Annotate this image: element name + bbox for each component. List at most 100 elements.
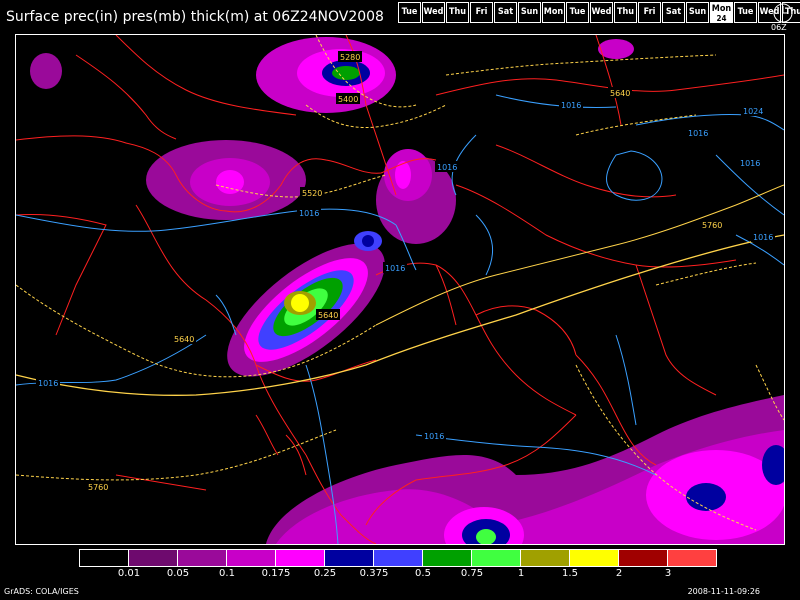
legend-label: 0.75: [460, 568, 484, 579]
precip-area: [362, 235, 374, 247]
legend-label: 0.5: [415, 568, 431, 579]
day-label: Tue: [401, 7, 418, 17]
day-cell[interactable]: Tue: [566, 2, 589, 23]
day-label: Sun: [688, 7, 707, 17]
precip-area: [216, 170, 244, 194]
pressure-label: 1016: [297, 207, 321, 218]
pressure-label-text: 1016: [38, 379, 58, 388]
precip-area: [686, 483, 726, 511]
day-label: Sun: [520, 7, 539, 17]
map-canvas: 5280 5400 5520 5640 5640 5640 5760 5760 …: [16, 35, 784, 544]
pressure-label: 1016: [36, 377, 60, 388]
day-label: Wed: [591, 7, 612, 17]
thickness-label-text: 5280: [340, 53, 360, 62]
legend-label: 0.05: [166, 568, 190, 579]
day-cell[interactable]: Sat: [494, 2, 517, 23]
pressure-label: 1016: [686, 127, 710, 138]
thickness-label-text: 5400: [338, 95, 358, 104]
pressure-label-text: 1024: [743, 107, 763, 116]
day-cell[interactable]: Tue: [734, 2, 757, 23]
day-label: Mon: [543, 7, 564, 17]
thickness-label: 5640: [316, 309, 340, 320]
map-title: Surface prec(in) pres(mb) thick(m) at 06…: [6, 9, 384, 25]
thickness-label-text: 5640: [174, 335, 194, 344]
pressure-label-text: 1016: [299, 209, 319, 218]
thickness-label-text: 5640: [610, 89, 630, 98]
thickness-label-text: 5640: [318, 311, 338, 320]
precipitation-layer: [30, 37, 784, 544]
pressure-label-text: 1016: [753, 233, 773, 242]
day-label: Sat: [497, 7, 514, 17]
legend-swatch: [227, 550, 276, 566]
precip-area: [30, 53, 62, 89]
legend-swatch: [668, 550, 716, 566]
day-label: Fri: [475, 7, 488, 17]
legend-swatch: [423, 550, 472, 566]
day-label: Thu: [616, 7, 635, 17]
day-date: 24: [716, 14, 727, 23]
day-label: Sat: [665, 7, 682, 17]
pressure-label: 1016: [751, 231, 775, 242]
legend-label: 0.01: [117, 568, 141, 579]
day-label: Mon: [711, 4, 732, 14]
legend-swatch: [521, 550, 570, 566]
clock-label: 06Z: [771, 23, 787, 32]
day-cell[interactable]: Thu: [446, 2, 469, 23]
thickness-label: 5640: [172, 333, 196, 344]
day-cell[interactable]: Fri: [470, 2, 493, 23]
day-cell[interactable]: Tue: [398, 2, 421, 23]
pressure-label: 1016: [422, 430, 446, 441]
day-label: Wed: [423, 7, 444, 17]
legend-swatch: [374, 550, 423, 566]
legend-swatch: [178, 550, 227, 566]
pressure-label: 1016: [435, 161, 459, 172]
day-label: Thu: [448, 7, 467, 17]
thickness-label: 5760: [700, 219, 724, 230]
precip-area: [291, 294, 309, 312]
legend-label: 0.1: [219, 568, 235, 579]
thickness-label-text: 5760: [702, 221, 722, 230]
legend-label: 3: [664, 568, 672, 579]
day-cell[interactable]: Thu: [614, 2, 637, 23]
thickness-label: 5400: [336, 93, 360, 104]
day-cell[interactable]: Sat: [662, 2, 685, 23]
weather-map: 5280 5400 5520 5640 5640 5640 5760 5760 …: [15, 34, 785, 545]
day-label: Tue: [569, 7, 586, 17]
legend-swatch: [570, 550, 619, 566]
pressure-label-text: 1016: [424, 432, 444, 441]
legend-swatch: [619, 550, 668, 566]
day-cell[interactable]: Wed: [590, 2, 613, 23]
pressure-label: 1016: [559, 99, 583, 110]
thickness-label: 5760: [86, 481, 110, 492]
precip-area: [395, 161, 411, 189]
legend-swatch: [129, 550, 178, 566]
footer-timestamp: 2008-11-11-09:26: [687, 587, 760, 596]
pressure-label-text: 1016: [385, 264, 405, 273]
thickness-label: 5280: [338, 51, 362, 62]
day-cell[interactable]: Sun: [518, 2, 541, 23]
day-cell[interactable]: Mon 24: [710, 2, 733, 23]
day-cell[interactable]: Mon: [542, 2, 565, 23]
pressure-label: 1016: [383, 262, 407, 273]
pressure-label: 1024: [741, 105, 765, 116]
thickness-label-text: 5760: [88, 483, 108, 492]
precipitation-legend: [79, 549, 717, 567]
legend-label: 0.25: [313, 568, 337, 579]
legend-label: 1: [517, 568, 525, 579]
day-cell[interactable]: Sun: [686, 2, 709, 23]
legend-swatch: [276, 550, 325, 566]
legend-swatch: [80, 550, 129, 566]
legend-label: 2: [615, 568, 623, 579]
thickness-label: 5640: [608, 87, 632, 98]
pressure-label-text: 1016: [561, 101, 581, 110]
precip-area: [332, 66, 360, 80]
pressure-label: 1016: [738, 157, 762, 168]
legend-label: 1.5: [562, 568, 578, 579]
day-cell[interactable]: Wed: [422, 2, 445, 23]
thickness-label-text: 5520: [302, 189, 322, 198]
day-cell[interactable]: Fri: [638, 2, 661, 23]
legend-label: 0.175: [261, 568, 291, 579]
day-label: Fri: [643, 7, 656, 17]
pressure-label-text: 1016: [688, 129, 708, 138]
legend-label: 0.375: [359, 568, 389, 579]
